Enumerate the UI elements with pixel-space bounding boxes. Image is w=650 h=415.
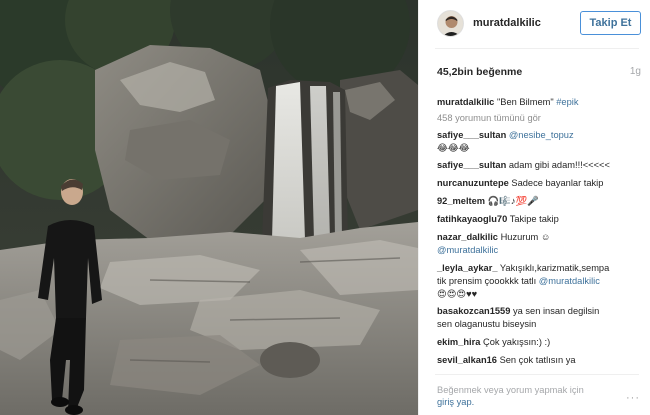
comment-text: ya sen insan degilsin	[512, 306, 600, 316]
comment-text: tik prensim çoookkk tatlı	[437, 276, 537, 286]
avatar-icon	[438, 11, 463, 36]
comment-text: Yakışıklı,karizmatik,sempa	[499, 263, 610, 273]
comment-text: Huzurum ☺	[500, 232, 551, 242]
comment: ekim_hira Çok yakışsın:) :)	[437, 336, 641, 349]
comment-username[interactable]: fatihkayaoglu70	[437, 214, 507, 224]
comment-username[interactable]: safiye___sultan	[437, 130, 506, 140]
comment-username[interactable]: _leyla_aykar_	[437, 263, 498, 273]
comment-username[interactable]: nurcanuzuntepe	[437, 178, 509, 188]
comment-username[interactable]: nazar_dalkilic	[437, 232, 498, 242]
post-stats: 45,2bin beğenme 1g	[437, 66, 641, 80]
follow-button[interactable]: Takip Et	[580, 11, 641, 35]
comment-continued: tik prensim çoookkk tatlı @muratdalkilic	[437, 275, 641, 288]
comment-mention[interactable]: @muratdalkilic	[437, 244, 641, 257]
footer-divider	[435, 374, 639, 375]
post-time[interactable]: 1g	[630, 66, 641, 77]
comment: nazar_dalkilic Huzurum ☺	[437, 231, 641, 244]
comment-username[interactable]: sevil_alkan16	[437, 355, 497, 365]
comment-emoji: 😍😍😍♥♥	[437, 289, 478, 299]
comment-text: Sen çok tatlısın ya	[499, 355, 576, 365]
header-username[interactable]: muratdalkilic	[473, 17, 541, 29]
comment-text: Takipe takip	[509, 214, 559, 224]
post-photo[interactable]	[0, 0, 418, 415]
comment-text: 😂😂😂	[437, 143, 470, 153]
comment-text: adam gibi adam!!!<<<<<	[508, 160, 610, 170]
comment-username[interactable]: safiye___sultan	[437, 160, 506, 170]
comment-mention[interactable]: @nesibe_topuz	[509, 130, 574, 140]
comment: safiye___sultan adam gibi adam!!!<<<<<	[437, 159, 641, 172]
caption-username[interactable]: muratdalkilic	[437, 97, 494, 107]
avatar[interactable]	[437, 10, 464, 37]
post-header: muratdalkilic Takip Et	[419, 0, 650, 47]
comment: _leyla_aykar_ Yakışıklı,karizmatik,sempa	[437, 262, 641, 275]
comment: 92_meltem 🎧🎼♪💯🎤	[437, 195, 641, 208]
waterfall-photo	[0, 0, 418, 415]
likes-count[interactable]: 45,2bin beğenme	[437, 66, 522, 78]
comment-mention[interactable]: @muratdalkilic	[539, 276, 600, 286]
post-details-panel: muratdalkilic Takip Et 45,2bin beğenme 1…	[418, 0, 650, 415]
comment-text: sen olaganustu biseysin	[437, 319, 537, 329]
comment: safiye___sultan @nesibe_topuz	[437, 129, 641, 142]
login-link[interactable]: giriş yap.	[437, 396, 641, 408]
caption: muratdalkilic "Ben Bilmem" #epik	[437, 96, 641, 109]
login-prompt: Beğenmek veya yorum yapmak için giriş ya…	[437, 384, 641, 408]
comment-text: Sadece bayanlar takip	[511, 178, 604, 188]
caption-text: "Ben Bilmem"	[496, 97, 554, 107]
comment: fatihkayaoglu70 Takipe takip	[437, 213, 641, 226]
comment: nurcanuzuntepe Sadece bayanlar takip	[437, 177, 641, 190]
header-divider	[435, 48, 639, 49]
comment-username[interactable]: 92_meltem	[437, 196, 485, 206]
comment-username[interactable]: basakozcan1559	[437, 306, 510, 316]
more-options-icon[interactable]: ···	[626, 392, 640, 404]
comment-text: Çok yakışsın:) :)	[483, 337, 551, 347]
caption-hashtag[interactable]: #epik	[556, 97, 578, 107]
login-prompt-text: Beğenmek veya yorum yapmak için	[437, 385, 584, 395]
comment-username[interactable]: ekim_hira	[437, 337, 480, 347]
comment-text: 🎧🎼♪💯🎤	[487, 196, 539, 206]
comment: sevil_alkan16 Sen çok tatlısın ya	[437, 354, 641, 367]
view-all-comments-link[interactable]: 458 yorumun tümünü gör	[437, 112, 641, 125]
comment: basakozcan1559 ya sen insan degilsin	[437, 305, 641, 318]
